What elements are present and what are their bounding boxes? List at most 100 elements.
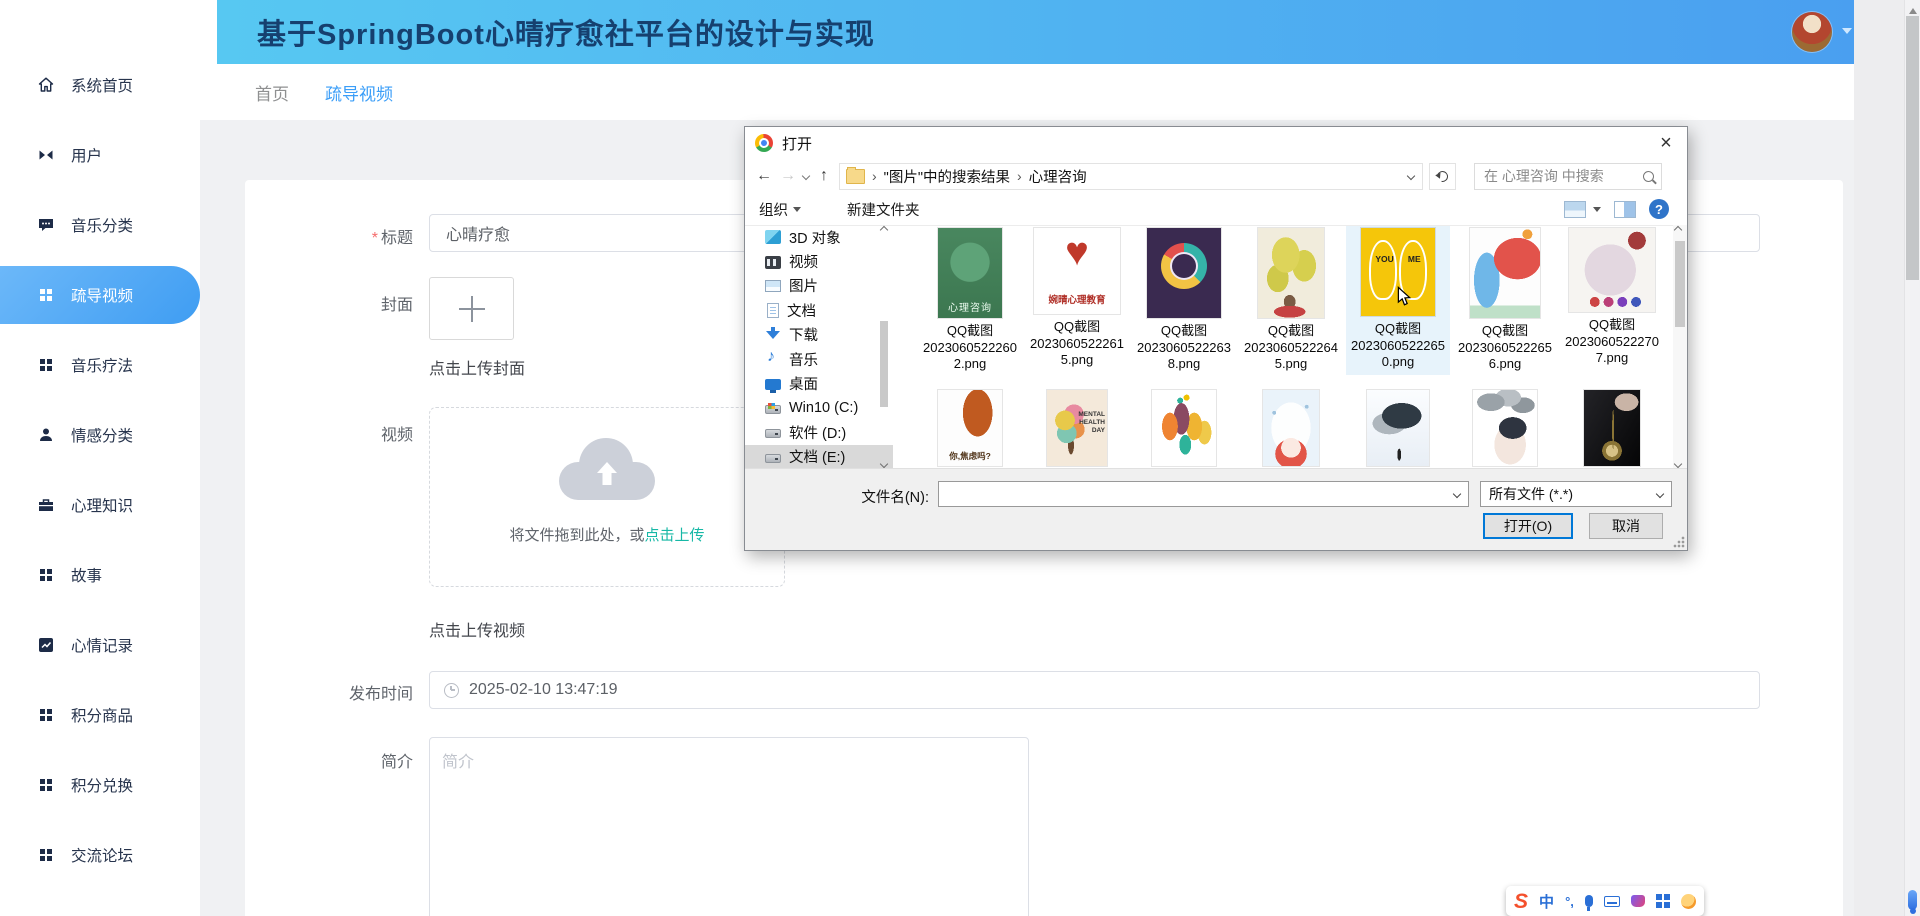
cancel-button[interactable]: 取消	[1589, 513, 1663, 539]
filename-dropdown-icon[interactable]	[1452, 489, 1462, 499]
publish-time-input[interactable]: 2025-02-10 13:47:19	[429, 671, 1760, 709]
nav-tab-home[interactable]: 首页	[255, 80, 289, 105]
up-icon[interactable]: ↑	[815, 167, 833, 185]
sidebar-item-mood-record[interactable]: 心情记录	[0, 610, 200, 680]
sidebar-item-emotion-category[interactable]: 情感分类	[0, 400, 200, 470]
tree-item[interactable]: 下载	[745, 323, 893, 347]
scroll-down-icon[interactable]	[1673, 459, 1683, 469]
file-item[interactable]: QQ截图 2023060522263 8.png	[1132, 226, 1236, 377]
clock-icon	[444, 682, 459, 698]
tree-item[interactable]: 文档 (E:)	[745, 444, 893, 469]
page-scrollbar[interactable]	[1904, 0, 1920, 916]
file-item[interactable]	[1239, 388, 1343, 469]
tree-scrollbar[interactable]	[879, 225, 890, 469]
tree-scroll-thumb[interactable]	[880, 321, 888, 407]
scroll-down-icon[interactable]	[879, 459, 889, 469]
scroll-up-icon[interactable]	[1909, 4, 1917, 14]
filename-input[interactable]	[945, 485, 1446, 503]
tree-item[interactable]: Win10 (C:)	[745, 396, 893, 420]
file-name-line: 2023060522270	[1565, 333, 1659, 349]
grid-icon	[36, 775, 56, 795]
breadcrumb-search-results[interactable]: "图片"中的搜索结果	[884, 166, 1010, 187]
sidebar-item-psychology-knowledge[interactable]: 心理知识	[0, 470, 200, 540]
sidebar-item-guide-video[interactable]: 疏导视频	[0, 266, 200, 324]
sidebar-item-points-exchange[interactable]: 积分兑换	[0, 750, 200, 820]
drive-icon	[765, 429, 781, 439]
file-item[interactable]: QQ截图 2023060522270 7.png	[1560, 226, 1664, 371]
tree-item[interactable]: 桌面	[745, 371, 893, 395]
cover-upload-box[interactable]	[429, 277, 514, 340]
ime-toolbox-icon[interactable]	[1655, 894, 1662, 900]
briefcase-icon	[36, 495, 56, 515]
avatar[interactable]	[1792, 12, 1832, 52]
file-item[interactable]: YOU ME QQ截图 2023060522265 0.png	[1346, 226, 1450, 375]
sidebar-item-points-goods[interactable]: 积分商品	[0, 680, 200, 750]
sidebar-item-music-therapy[interactable]: 音乐疗法	[0, 330, 200, 400]
sidebar-item-story[interactable]: 故事	[0, 540, 200, 610]
file-item[interactable]: MENTAL HEALTH DAY	[1025, 388, 1129, 469]
file-item[interactable]: 婉晴心理教育 QQ截图20230605222615.png	[1025, 226, 1129, 373]
dialog-title-bar[interactable]: 打开 ×	[745, 127, 1687, 159]
file-name-line: QQ截图	[1160, 323, 1208, 338]
upload-link[interactable]: 点击上传	[645, 527, 705, 544]
tree-item[interactable]: 视频	[745, 249, 893, 273]
breadcrumb-current-folder[interactable]: 心理咨询	[1029, 166, 1087, 187]
filename-combobox[interactable]	[938, 481, 1469, 507]
tree-item[interactable]: 文档	[745, 298, 893, 322]
video-dropzone[interactable]: 将文件拖到此处，或点击上传	[429, 407, 785, 587]
sidebar-item-forum[interactable]: 交流论坛	[0, 820, 200, 890]
resize-grip[interactable]	[1673, 536, 1685, 548]
page-scroll-thumb[interactable]	[1906, 16, 1919, 280]
avatar-dropdown-icon[interactable]	[1842, 28, 1852, 39]
sidebar-item-users[interactable]: 用户	[0, 120, 200, 190]
file-item[interactable]	[1560, 388, 1664, 469]
file-item[interactable]	[1346, 388, 1450, 469]
sidebar-item-label: 交流论坛	[71, 848, 134, 865]
intro-textarea[interactable]	[429, 737, 1029, 916]
help-icon[interactable]: ?	[1649, 199, 1669, 219]
open-button[interactable]: 打开(O)	[1483, 513, 1573, 539]
file-item[interactable]	[1453, 388, 1557, 469]
sidebar-item-music-category[interactable]: 音乐分类	[0, 190, 200, 260]
scroll-up-icon[interactable]	[879, 225, 889, 235]
keyboard-icon[interactable]	[1603, 895, 1620, 907]
tree-item[interactable]: 音乐	[745, 347, 893, 371]
ime-skin-icon[interactable]	[1630, 895, 1645, 907]
file-item[interactable]: 心理咨询 QQ截图 2023060522260 2.png	[918, 226, 1022, 377]
ime-punctuation-icon[interactable]: °,	[1565, 894, 1574, 909]
search-input[interactable]	[1482, 167, 1643, 185]
organize-button[interactable]: 组织	[759, 199, 801, 220]
sidebar-item-system-home[interactable]: 系统首页	[0, 50, 200, 120]
new-folder-button[interactable]: 新建文件夹	[847, 199, 920, 220]
file-item[interactable]: 你,焦虑吗?	[918, 388, 1022, 469]
grid-icon	[36, 845, 56, 865]
refresh-button[interactable]	[1429, 162, 1456, 190]
music-icon	[765, 348, 781, 367]
back-icon[interactable]: ←	[755, 167, 773, 185]
close-icon[interactable]: ×	[1645, 127, 1687, 159]
view-dropdown-icon[interactable]	[1593, 206, 1601, 216]
thumbnail-view-icon[interactable]	[1564, 200, 1586, 218]
search-box[interactable]	[1474, 162, 1662, 190]
ime-language-toggle[interactable]: 中	[1539, 891, 1554, 912]
files-scroll-thumb[interactable]	[1675, 241, 1685, 327]
file-item[interactable]: QQ截图 2023060522264 5.png	[1239, 226, 1343, 377]
history-dropdown-icon[interactable]	[801, 171, 811, 181]
file-item[interactable]: QQ截图 2023060522265 6.png	[1453, 226, 1557, 377]
emoji-icon[interactable]	[1680, 893, 1696, 909]
files-scrollbar[interactable]	[1673, 225, 1687, 469]
preview-pane-icon[interactable]	[1614, 200, 1636, 218]
microphone-icon[interactable]	[1584, 895, 1593, 911]
file-item[interactable]	[1132, 388, 1236, 469]
scroll-up-icon[interactable]	[1673, 225, 1683, 235]
tree-item[interactable]: 软件 (D:)	[745, 420, 893, 444]
tree-item[interactable]: 3D 对象	[745, 225, 893, 249]
filetype-dropdown[interactable]: 所有文件 (*.*)	[1480, 481, 1672, 507]
nav-tab-guide-video[interactable]: 疏导视频	[325, 80, 393, 105]
video-upload-hint: 点击上传视频	[429, 623, 526, 640]
tree-item[interactable]: 图片	[745, 274, 893, 298]
forward-icon[interactable]: →	[779, 167, 797, 185]
sogou-logo-icon[interactable]: S	[1514, 891, 1528, 912]
breadcrumb-bar[interactable]: › "图片"中的搜索结果 › 心理咨询	[839, 162, 1423, 190]
address-dropdown-icon[interactable]	[1406, 171, 1416, 181]
